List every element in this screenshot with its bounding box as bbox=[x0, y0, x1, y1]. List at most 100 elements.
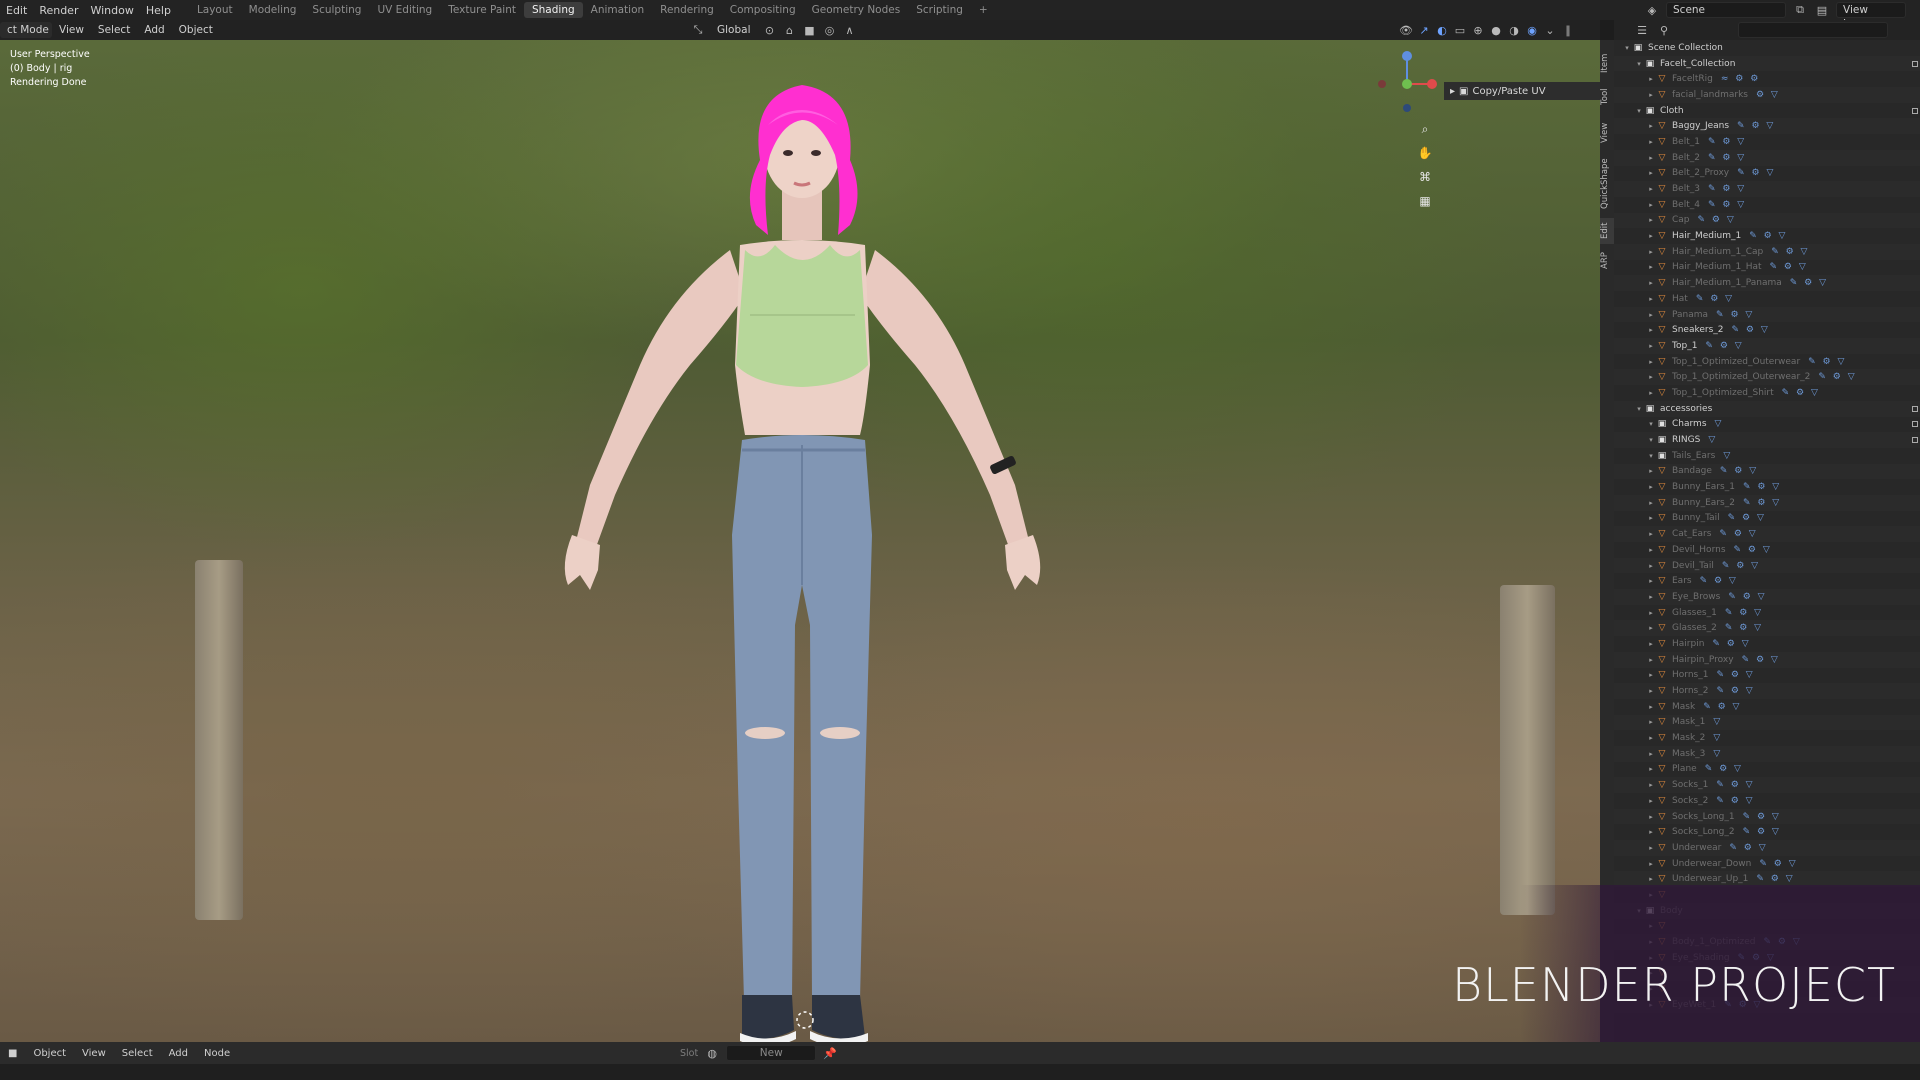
outliner-object-row[interactable]: ▸ ▽ Ears ✎ ⚙ ▽ bbox=[1614, 573, 1920, 589]
collection-exclude-checkbox[interactable] bbox=[1912, 405, 1918, 412]
copy-scene-icon[interactable]: ⧉ bbox=[1792, 2, 1808, 18]
expand-toggle-icon[interactable]: ▸ bbox=[1646, 216, 1656, 224]
expand-toggle-icon[interactable]: ▸ bbox=[1646, 530, 1656, 538]
expand-toggle-icon[interactable]: ▸ bbox=[1646, 248, 1656, 256]
tab-layout[interactable]: Layout bbox=[189, 2, 241, 18]
outliner-object-row[interactable]: ▸ ▽ Socks_1 ✎ ⚙ ▽ bbox=[1614, 777, 1920, 793]
expand-toggle-icon[interactable]: ▾ bbox=[1634, 405, 1644, 413]
menu-edit[interactable]: Edit bbox=[0, 4, 33, 17]
outliner-object-row[interactable]: ▸ ▽ Top_1_Optimized_Outerwear_2 ✎ ⚙ ▽ bbox=[1614, 369, 1920, 386]
pan-hand-icon[interactable]: ✋ bbox=[1414, 142, 1436, 164]
outliner-object-row[interactable]: ▸ ▽ Cat_Ears ✎ ⚙ ▽ bbox=[1614, 526, 1920, 542]
outliner-object-row[interactable]: ▸ ▽ Belt_1 ✎ ⚙ ▽ bbox=[1614, 134, 1920, 150]
scene-field[interactable]: Scene bbox=[1666, 2, 1786, 18]
expand-toggle-icon[interactable]: ▾ bbox=[1634, 107, 1644, 115]
navigation-gizmo[interactable] bbox=[1372, 44, 1442, 114]
expand-toggle-icon[interactable]: ▸ bbox=[1646, 609, 1656, 617]
visibility-icon[interactable]: 👁 bbox=[1398, 22, 1414, 38]
expand-toggle-icon[interactable]: ▸ bbox=[1646, 389, 1656, 397]
outliner-object-row[interactable]: ▸ ▽ Devil_Tail ✎ ⚙ ▽ bbox=[1614, 557, 1920, 574]
expand-toggle-icon[interactable]: ▸ bbox=[1646, 201, 1656, 209]
solid-shading-icon[interactable]: ● bbox=[1488, 22, 1504, 38]
tab-scripting[interactable]: Scripting bbox=[908, 2, 971, 18]
expand-toggle-icon[interactable]: ▸ bbox=[1646, 154, 1656, 162]
material-shading-icon[interactable]: ◑ bbox=[1506, 22, 1522, 38]
expand-toggle-icon[interactable]: ▸ bbox=[1646, 232, 1656, 240]
expand-toggle-icon[interactable]: ▸ bbox=[1646, 122, 1656, 130]
outliner-object-row[interactable]: ▸ ▽ Baggy_Jeans ✎ ⚙ ▽ bbox=[1614, 118, 1920, 135]
tab-sculpting[interactable]: Sculpting bbox=[304, 2, 369, 18]
wireframe-shading-icon[interactable]: ⊕ bbox=[1470, 22, 1486, 38]
outliner-object-row[interactable]: ▸ ▽ Belt_2 ✎ ⚙ ▽ bbox=[1614, 149, 1920, 166]
overlay-toggle-icon[interactable]: ◐ bbox=[1434, 22, 1450, 38]
node-menu-node[interactable]: Node bbox=[196, 1048, 238, 1059]
outliner-object-row[interactable]: ▸ ▽ Socks_Long_2 ✎ ⚙ ▽ bbox=[1614, 824, 1920, 840]
expand-toggle-icon[interactable]: ▸ bbox=[1646, 687, 1656, 695]
pivot-icon[interactable]: ⊙ bbox=[762, 22, 778, 38]
tab-view[interactable]: View bbox=[1600, 116, 1614, 150]
material-sphere-icon[interactable]: ◍ bbox=[704, 1045, 720, 1061]
outliner-object-row[interactable]: ▸ ▽ Horns_1 ✎ ⚙ ▽ bbox=[1614, 668, 1920, 684]
outliner-object-row[interactable]: ▸ ▽ Hair_Medium_1_Cap ✎ ⚙ ▽ bbox=[1614, 243, 1920, 260]
tab-uv-editing[interactable]: UV Editing bbox=[369, 2, 440, 18]
outliner-object-row[interactable]: ▸ ▽ Top_1_Optimized_Outerwear ✎ ⚙ ▽ bbox=[1614, 354, 1920, 370]
outliner-object-row[interactable]: ▸ ▽ Belt_2_Proxy ✎ ⚙ ▽ bbox=[1614, 166, 1920, 182]
tab-tool[interactable]: Tool bbox=[1600, 82, 1614, 112]
outliner-collection-row[interactable]: ▾ ▣ RINGS ▽ bbox=[1614, 432, 1920, 448]
add-workspace-button[interactable]: + bbox=[971, 2, 996, 18]
outliner-object-row[interactable]: ▸ ▽ Hair_Medium_1_Panama ✎ ⚙ ▽ bbox=[1614, 275, 1920, 291]
collection-exclude-checkbox[interactable] bbox=[1912, 421, 1918, 428]
pause-render-icon[interactable]: ∥ bbox=[1560, 22, 1576, 38]
outliner-object-row[interactable]: ▸ ▽ Hairpin_Proxy ✎ ⚙ ▽ bbox=[1614, 651, 1920, 668]
3d-viewport[interactable]: User Perspective (0) Body | rig Renderin… bbox=[0, 40, 1600, 1042]
expand-toggle-icon[interactable]: ▸ bbox=[1646, 734, 1656, 742]
tab-shading[interactable]: Shading bbox=[523, 2, 583, 18]
outliner-object-row[interactable]: ▸ ▽ Top_1_Optimized_Shirt ✎ ⚙ ▽ bbox=[1614, 385, 1920, 401]
expand-toggle-icon[interactable]: ▾ bbox=[1646, 452, 1656, 460]
outliner-object-row[interactable]: ▸ ▽ facial_landmarks ⚙ ▽ bbox=[1614, 87, 1920, 103]
scene-icon[interactable]: ◈ bbox=[1644, 2, 1660, 18]
outliner-object-row[interactable]: ▸ ▽ Belt_4 ✎ ⚙ ▽ bbox=[1614, 197, 1920, 213]
expand-toggle-icon[interactable]: ▸ bbox=[1646, 514, 1656, 522]
viewport-menu-object[interactable]: Object bbox=[172, 22, 220, 38]
expand-toggle-icon[interactable]: ▸ bbox=[1646, 593, 1656, 601]
outliner-object-row[interactable]: ▸ ▽ Bandage ✎ ⚙ ▽ bbox=[1614, 463, 1920, 480]
outliner-collection-row[interactable]: ▾ ▣ Facelt_Collection bbox=[1614, 55, 1920, 72]
new-material-button[interactable]: New bbox=[726, 1045, 817, 1061]
outliner-object-row[interactable]: ▸ ▽ Glasses_1 ✎ ⚙ ▽ bbox=[1614, 605, 1920, 621]
tab-arp[interactable]: ARP bbox=[1600, 248, 1614, 274]
expand-toggle-icon[interactable]: ▸ bbox=[1646, 546, 1656, 554]
outliner-object-row[interactable]: ▸ ▽ Plane ✎ ⚙ ▽ bbox=[1614, 762, 1920, 778]
expand-toggle-icon[interactable]: ▸ bbox=[1646, 373, 1656, 381]
expand-toggle-icon[interactable]: ▸ bbox=[1646, 703, 1656, 711]
outliner-collection-row[interactable]: ▾ ▣ Tails_Ears ▽ bbox=[1614, 448, 1920, 464]
expand-toggle-icon[interactable]: ▾ bbox=[1634, 60, 1644, 68]
expand-toggle-icon[interactable]: ▾ bbox=[1646, 436, 1656, 444]
tab-texture-paint[interactable]: Texture Paint bbox=[440, 2, 524, 18]
tab-quickshape[interactable]: QuickShape bbox=[1600, 154, 1614, 214]
expand-toggle-icon[interactable]: ▸ bbox=[1646, 875, 1656, 883]
expand-toggle-icon[interactable]: ▸ bbox=[1646, 91, 1656, 99]
outliner-object-row[interactable]: ▸ ▽ Mask_2 ▽ bbox=[1614, 730, 1920, 746]
outliner-object-row[interactable]: ▸ ▽ Hair_Medium_1_Hat ✎ ⚙ ▽ bbox=[1614, 260, 1920, 276]
view-layer-field[interactable]: View Layer bbox=[1836, 2, 1906, 30]
outliner-collection-row[interactable]: ▾ ▣ Scene Collection bbox=[1614, 40, 1920, 56]
outliner-object-row[interactable]: ▸ ▽ Hair_Medium_1 ✎ ⚙ ▽ bbox=[1614, 228, 1920, 244]
expand-toggle-icon[interactable]: ▾ bbox=[1646, 420, 1656, 428]
outliner-object-row[interactable]: ▸ ▽ Underwear ✎ ⚙ ▽ bbox=[1614, 840, 1920, 856]
node-mode-dropdown[interactable]: Object bbox=[25, 1048, 74, 1059]
viewport-menu-view[interactable]: View bbox=[52, 22, 91, 38]
expand-toggle-icon[interactable]: ▸ bbox=[1646, 781, 1656, 789]
node-menu-add[interactable]: Add bbox=[161, 1048, 196, 1059]
viewport-menu-add[interactable]: Add bbox=[137, 22, 171, 38]
expand-toggle-icon[interactable]: ▸ bbox=[1646, 358, 1656, 366]
outliner-object-row[interactable]: ▸ ▽ Mask_1 ▽ bbox=[1614, 714, 1920, 731]
outliner-collection-row[interactable]: ▾ ▣ Charms ▽ bbox=[1614, 417, 1920, 433]
tab-item[interactable]: Item bbox=[1600, 48, 1614, 78]
expand-toggle-icon[interactable]: ▸ bbox=[1646, 640, 1656, 648]
node-editor-type-icon[interactable]: ■ bbox=[0, 1048, 25, 1059]
snap-target-icon[interactable]: ■ bbox=[802, 22, 818, 38]
tab-geometry-nodes[interactable]: Geometry Nodes bbox=[804, 2, 909, 18]
proportional-edit-icon[interactable]: ◎ bbox=[822, 22, 838, 38]
copy-paste-uv-title[interactable]: Copy/Paste UV bbox=[1472, 86, 1545, 97]
